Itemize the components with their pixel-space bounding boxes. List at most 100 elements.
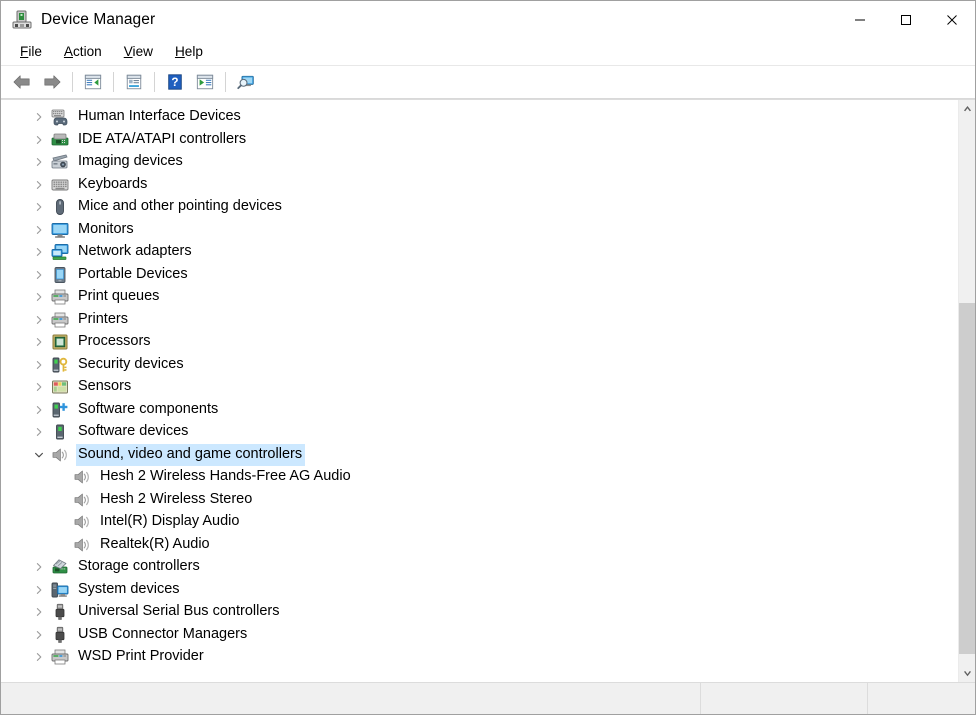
scrollbar-track[interactable] (959, 117, 975, 665)
status-bar (1, 682, 975, 714)
scan-hardware-button[interactable] (231, 68, 261, 96)
tree-row[interactable]: Realtek(R) Audio (1, 534, 958, 557)
tree-row-label: Network adapters (78, 243, 192, 260)
tree-row[interactable]: Network adapters (1, 241, 958, 264)
chevron-right-icon[interactable] (31, 241, 47, 263)
update-driver-button[interactable] (190, 68, 220, 96)
tree-row[interactable]: Hesh 2 Wireless Stereo (1, 489, 958, 512)
ide-controller-icon (51, 131, 69, 149)
tree-row[interactable]: Keyboards (1, 174, 958, 197)
chevron-right-icon[interactable] (31, 219, 47, 241)
tree-row[interactable]: Software components (1, 399, 958, 422)
device-manager-icon (11, 10, 33, 30)
tree-row-label: Human Interface Devices (78, 108, 241, 125)
chevron-right-icon[interactable] (31, 309, 47, 331)
tree-row-label: Sensors (78, 378, 132, 395)
toolbar-separator (225, 72, 226, 92)
printer-icon (51, 311, 69, 329)
tree-row[interactable]: Printers (1, 309, 958, 332)
tree-row[interactable]: Portable Devices (1, 264, 958, 287)
device-tree[interactable]: Human Interface Devices IDE ATA/ATAPI con… (1, 100, 958, 682)
tree-row[interactable]: Security devices (1, 354, 958, 377)
tree-row[interactable]: Imaging devices (1, 151, 958, 174)
tree-row[interactable]: Sound, video and game controllers (1, 443, 958, 467)
tree-row-label: Portable Devices (78, 265, 188, 282)
speaker-icon (73, 513, 91, 531)
scrollbar-thumb[interactable] (959, 303, 975, 655)
speaker-icon (73, 536, 91, 554)
show-hide-tree-button[interactable] (78, 68, 108, 96)
toolbar-separator (154, 72, 155, 92)
software-device-icon (51, 423, 69, 441)
vertical-scrollbar[interactable] (958, 100, 975, 682)
properties-button[interactable] (119, 68, 149, 96)
status-pane-2 (701, 683, 868, 714)
network-adapter-icon (51, 243, 69, 261)
chevron-right-icon[interactable] (31, 354, 47, 376)
tree-row-label: Mice and other pointing devices (78, 198, 282, 215)
tree-row[interactable]: Human Interface Devices (1, 106, 958, 129)
scroll-down-button[interactable] (959, 665, 975, 682)
tree-row[interactable]: WSD Print Provider (1, 646, 958, 669)
chevron-right-icon[interactable] (31, 151, 47, 173)
tree-row[interactable]: Sensors (1, 376, 958, 399)
tree-row-label: Sound, video and game controllers (76, 443, 306, 466)
menu-file[interactable]: File (9, 41, 53, 63)
close-button[interactable] (929, 1, 975, 39)
chevron-right-icon[interactable] (31, 601, 47, 623)
tree-row[interactable]: Monitors (1, 219, 958, 242)
tree-row[interactable]: Storage controllers (1, 556, 958, 579)
monitor-icon (51, 221, 69, 239)
chevron-right-icon[interactable] (31, 331, 47, 353)
security-device-icon (51, 356, 69, 374)
chevron-right-icon[interactable] (31, 106, 47, 128)
caption-button-group (837, 1, 975, 39)
back-button[interactable] (7, 68, 37, 96)
tree-row[interactable]: Processors (1, 331, 958, 354)
tree-row-label: Processors (78, 333, 151, 350)
software-component-icon (51, 401, 69, 419)
tree-row-label: USB Connector Managers (78, 625, 248, 642)
chevron-right-icon[interactable] (31, 129, 47, 151)
help-button[interactable]: ? (160, 68, 190, 96)
chevron-right-icon[interactable] (31, 579, 47, 601)
tree-row[interactable]: USB Connector Managers (1, 624, 958, 647)
tree-row[interactable]: Intel(R) Display Audio (1, 511, 958, 534)
chevron-right-icon[interactable] (31, 399, 47, 421)
forward-button[interactable] (37, 68, 67, 96)
tree-row[interactable]: Hesh 2 Wireless Hands-Free AG Audio (1, 466, 958, 489)
minimize-button[interactable] (837, 1, 883, 39)
menu-bar: File Action View Help (1, 39, 975, 66)
tree-row[interactable]: Mice and other pointing devices (1, 196, 958, 219)
tree-row[interactable]: System devices (1, 579, 958, 602)
keyboard-icon (51, 176, 69, 194)
scroll-up-button[interactable] (959, 100, 975, 117)
chevron-right-icon[interactable] (31, 174, 47, 196)
chevron-down-icon[interactable] (31, 444, 47, 466)
tree-row-label: Universal Serial Bus controllers (78, 603, 280, 620)
chevron-right-icon[interactable] (31, 421, 47, 443)
menu-help[interactable]: Help (164, 41, 214, 63)
tree-row-label: Realtek(R) Audio (100, 535, 210, 552)
chevron-right-icon[interactable] (31, 624, 47, 646)
menu-view[interactable]: View (113, 41, 164, 63)
mouse-icon (51, 198, 69, 216)
tree-row[interactable]: IDE ATA/ATAPI controllers (1, 129, 958, 152)
tree-row-label: Keyboards (78, 175, 148, 192)
chevron-right-icon[interactable] (31, 264, 47, 286)
tree-row[interactable]: Universal Serial Bus controllers (1, 601, 958, 624)
chevron-right-icon[interactable] (31, 196, 47, 218)
chevron-right-icon[interactable] (31, 646, 47, 668)
chevron-right-icon[interactable] (31, 376, 47, 398)
tree-row[interactable]: Print queues (1, 286, 958, 309)
hid-icon (51, 108, 69, 126)
tree-row[interactable]: Software devices (1, 421, 958, 444)
system-device-icon (51, 581, 69, 599)
menu-action[interactable]: Action (53, 41, 113, 63)
maximize-button[interactable] (883, 1, 929, 39)
chevron-right-icon[interactable] (31, 286, 47, 308)
toolbar-separator (113, 72, 114, 92)
processor-icon (51, 333, 69, 351)
tree-row-label: WSD Print Provider (78, 648, 204, 665)
chevron-right-icon[interactable] (31, 556, 47, 578)
